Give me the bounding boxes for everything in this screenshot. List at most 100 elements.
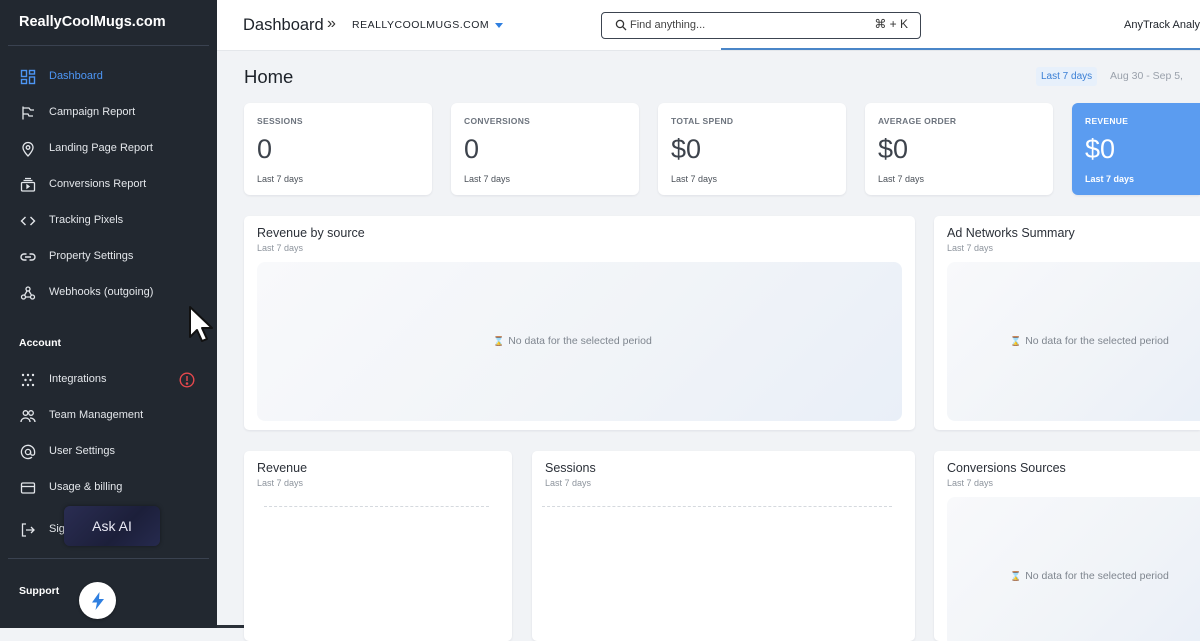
ask-ai-button[interactable]: Ask AI [64, 506, 160, 546]
kpi-period: Last 7 days [257, 174, 304, 184]
code-brackets-icon [20, 216, 36, 226]
kpi-label: AVERAGE ORDER [878, 116, 957, 126]
brand-name[interactable]: ReallyCoolMugs.com [19, 14, 166, 30]
search-icon [615, 19, 627, 31]
sidebar-item-property-settings[interactable]: Property Settings [0, 242, 217, 272]
sidebar-item-label: Tracking Pixels [49, 214, 124, 226]
map-pin-icon [22, 141, 34, 157]
sidebar-divider [8, 45, 209, 46]
account-name[interactable]: AnyTrack Analy [1124, 19, 1200, 31]
sidebar-item-conversions-report[interactable]: Conversions Report [0, 170, 217, 200]
panel-title: Conversions Sources [947, 461, 1066, 475]
kpi-value: 0 [257, 134, 273, 164]
sidebar-item-campaign-report[interactable]: Campaign Report [0, 98, 217, 128]
empty-state-message: ⌛ No data for the selected period [1010, 570, 1169, 582]
sidebar-item-label: Dashboard [49, 70, 103, 82]
kpi-period: Last 7 days [1085, 174, 1135, 184]
kpi-card-sessions[interactable]: SESSIONS 0 Last 7 days [244, 103, 432, 195]
sidebar-item-label: Conversions Report [49, 178, 147, 190]
kpi-period: Last 7 days [464, 174, 511, 184]
hourglass-icon: ⌛ [1010, 570, 1022, 581]
webhook-icon [20, 286, 36, 300]
panel-title: Revenue by source [257, 226, 365, 240]
panel-revenue-by-source: Revenue by source Last 7 days ⌛ No data … [244, 216, 915, 430]
sidebar-item-label: User Settings [49, 445, 116, 457]
sidebar-item-user-settings[interactable]: User Settings [0, 437, 217, 467]
quick-action-button[interactable] [79, 582, 116, 619]
mouse-pointer-icon [189, 306, 213, 342]
sidebar-item-label: Campaign Report [49, 106, 136, 118]
at-sign-icon [20, 444, 36, 460]
sidebar-item-integrations[interactable]: Integrations [0, 365, 217, 395]
kpi-card-revenue[interactable]: REVENUE $0 Last 7 days [1072, 103, 1200, 195]
kpi-label: TOTAL SPEND [671, 116, 734, 126]
date-preset-chip[interactable]: Last 7 days [1036, 67, 1098, 86]
sidebar-item-label: Team Management [49, 409, 144, 421]
panel-title: Sessions [545, 461, 596, 475]
sign-out-icon [21, 523, 35, 537]
sidebar-item-label: Webhooks (outgoing) [49, 286, 154, 298]
kpi-label: SESSIONS [257, 116, 303, 126]
kpi-value: 0 [464, 134, 480, 164]
panel-period: Last 7 days [257, 243, 304, 253]
sidebar-item-label: Usage & billing [49, 481, 123, 493]
link-icon [20, 253, 36, 261]
chart-gridline [264, 506, 489, 507]
integrations-dots-icon [21, 373, 35, 387]
loading-progress-bar [721, 48, 1200, 50]
chart-gridline [542, 506, 892, 507]
hourglass-icon: ⌛ [493, 335, 505, 346]
site-selector-label: REALLYCOOLMUGS.COM [352, 19, 490, 31]
search-input[interactable] [630, 17, 830, 33]
kpi-card-average-order[interactable]: AVERAGE ORDER $0 Last 7 days [865, 103, 1053, 195]
sidebar-item-usage-billing[interactable]: Usage & billing [0, 473, 217, 503]
kpi-period: Last 7 days [878, 174, 925, 184]
alert-icon [179, 372, 195, 388]
sidebar-item-webhooks[interactable]: Webhooks (outgoing) [0, 278, 217, 308]
sidebar-item-label: Landing Page Report [49, 142, 153, 154]
campaign-flow-icon [22, 106, 34, 120]
panel-period: Last 7 days [947, 243, 994, 253]
sidebar-item-landing-page-report[interactable]: Landing Page Report [0, 134, 217, 164]
panel-title: Revenue [257, 461, 308, 475]
team-icon [20, 410, 36, 423]
panel-period: Last 7 days [545, 478, 592, 488]
empty-state-text: No data for the selected period [508, 335, 652, 347]
top-bar: Dashboard » REALLYCOOLMUGS.COM ⌘ + K Any… [217, 0, 1200, 51]
panel-period: Last 7 days [947, 478, 994, 488]
panel-period: Last 7 days [257, 478, 304, 488]
breadcrumb-separator: » [327, 15, 336, 32]
kpi-card-conversions[interactable]: CONVERSIONS 0 Last 7 days [451, 103, 639, 195]
search-box[interactable]: ⌘ + K [601, 12, 921, 39]
panel-revenue: Revenue Last 7 days [244, 451, 512, 641]
account-section-heading: Account [19, 337, 61, 349]
panel-ad-networks-summary: Ad Networks Summary Last 7 days ⌛ No dat… [934, 216, 1200, 430]
page-title: Home [244, 66, 294, 87]
caret-down-icon [495, 22, 504, 28]
kpi-value: $0 [878, 134, 909, 164]
kpi-period: Last 7 days [671, 174, 718, 184]
sidebar: ReallyCoolMugs.com Dashboard Campaign Re… [0, 0, 217, 628]
keyboard-shortcut-hint: ⌘ + K [874, 17, 908, 31]
kpi-label: CONVERSIONS [464, 116, 531, 126]
date-range-text[interactable]: Aug 30 - Sep 5, [1110, 70, 1183, 82]
empty-state-message: ⌛ No data for the selected period [493, 335, 652, 347]
sidebar-item-label: Sig [49, 523, 65, 535]
sidebar-divider [8, 558, 209, 559]
dashboard-grid-icon [20, 69, 36, 85]
hourglass-icon: ⌛ [1010, 335, 1022, 346]
sidebar-item-tracking-pixels[interactable]: Tracking Pixels [0, 206, 217, 236]
page-breadcrumb-title[interactable]: Dashboard [243, 16, 324, 35]
site-selector[interactable]: REALLYCOOLMUGS.COM [352, 19, 504, 31]
credit-card-icon [20, 482, 36, 494]
panel-conversions-sources: Conversions Sources Last 7 days ⌛ No dat… [934, 451, 1200, 641]
sidebar-item-label: Property Settings [49, 250, 134, 262]
empty-state-message: ⌛ No data for the selected period [1010, 335, 1169, 347]
sidebar-item-team-management[interactable]: Team Management [0, 401, 217, 431]
empty-state-text: No data for the selected period [1025, 570, 1169, 582]
conversions-stack-icon [20, 177, 36, 192]
sidebar-item-dashboard[interactable]: Dashboard [0, 62, 217, 92]
kpi-value: $0 [671, 134, 702, 164]
kpi-card-total-spend[interactable]: TOTAL SPEND $0 Last 7 days [658, 103, 846, 195]
sidebar-item-label: Integrations [49, 373, 107, 385]
